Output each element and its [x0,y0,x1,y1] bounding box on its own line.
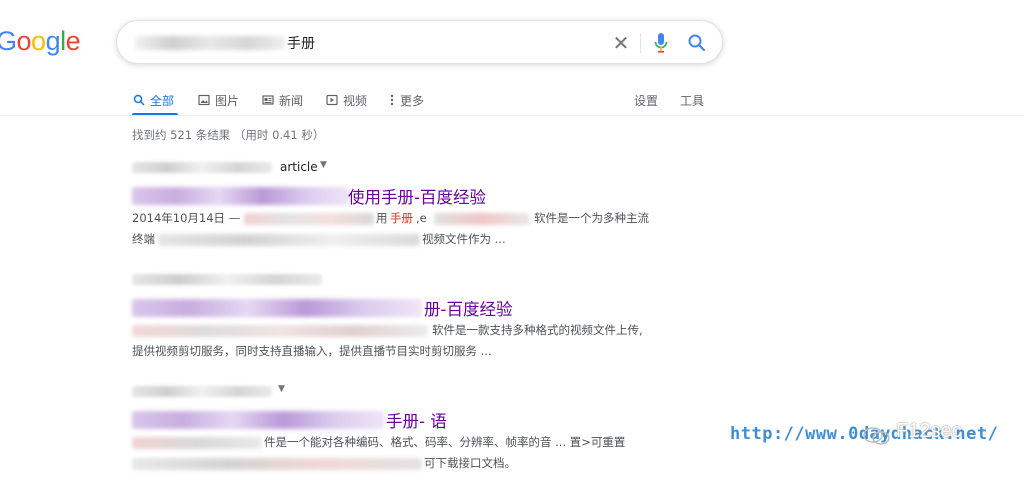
result-title-tail: 手册- 语 [386,412,447,431]
logo-letter: o [16,26,32,56]
result-title-tail: 使用手册-百度经验 [348,188,486,207]
tabs-divider [0,115,1024,116]
clear-icon[interactable]: ✕ [611,33,631,53]
redacted-url [132,386,272,397]
search-box[interactable]: 手册 ✕ [116,20,723,64]
tab-settings[interactable]: 设置 [634,88,658,112]
result-snippet-line: 提供视频剪切服务，同时支持直播输入，提供直播节目实时剪切服务 ... [132,341,692,362]
tab-more-label: 更多 [400,93,425,108]
news-icon [262,95,274,105]
result-url[interactable] [132,272,692,288]
google-logo[interactable]: Google [0,26,81,57]
more-vert-icon [390,94,394,106]
search-divider [640,33,641,53]
microphone-icon[interactable] [653,32,669,54]
tab-videos[interactable]: 视频 [326,88,367,112]
image-icon [198,94,210,106]
redacted-text [132,437,262,449]
redacted-url [132,274,322,285]
search-result: article ▼ 使用手册-百度经验 2014年10月14日 — 用 手册 ,… [132,160,692,250]
search-header: Google 手册 ✕ [0,0,1024,70]
snippet-text: 软件是一款支持多种格式的视频文件上传, [432,323,643,337]
snippet-text: 用 [376,211,388,225]
result-title[interactable]: 使用手册-百度经验 [132,184,692,208]
logo-letter: G [0,26,17,56]
snippet-highlight: 手册 [390,211,413,225]
watermark-brand: F12sec [896,420,962,442]
result-snippet-line: 可下载接口文档。 [132,453,692,474]
chevron-down-icon[interactable]: ▼ [320,160,327,170]
tab-images[interactable]: 图片 [198,88,239,112]
tab-videos-label: 视频 [343,93,368,108]
redacted-url [132,162,272,173]
tab-images-label: 图片 [215,93,240,108]
result-title[interactable]: 册-百度经验 [132,296,692,320]
search-query-tail: 手册 [287,36,315,52]
tab-settings-label: 设置 [634,93,659,108]
result-snippet-line: 2014年10月14日 — 用 手册 ,e 软件是一个为多种主流 [132,208,692,229]
tab-all-label: 全部 [150,93,175,108]
redacted-query [135,36,285,50]
search-icon [133,94,145,106]
tab-tools-label: 工具 [680,93,705,108]
redacted-text [132,458,422,470]
snippet-text: 终端 [132,232,155,246]
snippet-text: 提供视频剪切服务，同时支持直播输入，提供直播节目实时剪切服务 ... [132,344,492,358]
tab-news-label: 新闻 [279,93,304,108]
search-input[interactable]: 手册 [135,33,595,53]
result-url[interactable]: article ▼ [132,160,692,176]
redacted-text [132,325,428,337]
redacted-text [434,213,530,225]
result-url-tail: article [280,160,318,174]
redacted-title [132,299,422,317]
result-title-tail: 册-百度经验 [424,300,513,319]
tab-news[interactable]: 新闻 [262,88,303,112]
tab-more[interactable]: 更多 [389,88,424,112]
logo-letter: g [45,26,61,56]
snippet-text: 件是一个能对各种编码、格式、码率、分辨率、帧率的音 ... 置>可重置 [264,435,626,449]
result-stats: 找到约 521 条结果 （用时 0.41 秒） [132,128,325,142]
result-snippet-line: 件是一个能对各种编码、格式、码率、分辨率、帧率的音 ... 置>可重置 [132,432,692,453]
video-icon [326,94,338,106]
redacted-title [132,411,384,429]
search-result: ▼ 手册- 语 件是一个能对各种编码、格式、码率、分辨率、帧率的音 ... 置>… [132,384,692,474]
snippet-text: 可下载接口文档。 [424,456,516,470]
tab-tools[interactable]: 工具 [680,88,704,112]
chevron-down-icon[interactable]: ▼ [278,384,285,394]
snippet-text: ,e [416,211,427,225]
redacted-text [158,234,420,246]
search-icon[interactable] [687,33,707,53]
redacted-text [244,213,374,225]
tab-all[interactable]: 全部 [133,88,174,112]
result-title[interactable]: 手册- 语 [132,408,692,432]
result-url[interactable]: ▼ [132,384,692,400]
logo-letter: e [65,26,81,56]
redacted-title [132,187,350,205]
search-tabs: 全部 图片 新闻 视频 更多 设置 工具 [0,84,1024,116]
snippet-text: 软件是一个为多种主流 [534,211,649,225]
result-snippet-line: 软件是一款支持多种格式的视频文件上传, [132,320,692,341]
search-result: 册-百度经验 软件是一款支持多种格式的视频文件上传, 提供视频剪切服务，同时支持… [132,272,692,362]
logo-letter: o [31,26,46,56]
snippet-text: 视频文件作为 ... [422,232,506,246]
result-snippet-line: 终端 视频文件作为 ... [132,229,692,250]
wechat-icon [863,427,890,445]
result-date: 2014年10月14日 — [132,211,241,225]
